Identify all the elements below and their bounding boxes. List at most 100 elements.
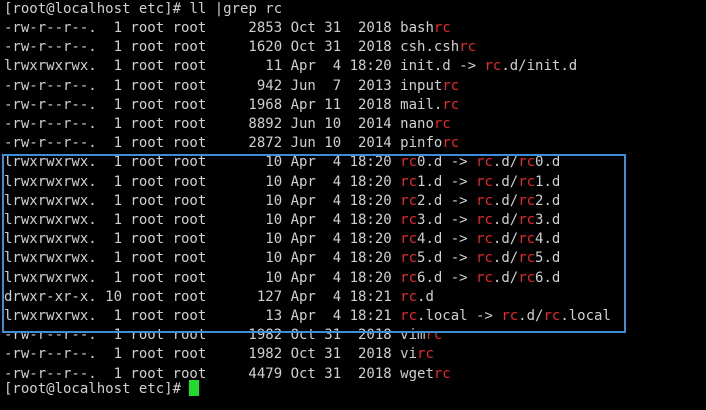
file-metadata: -rw-r--r--. 1 root root 2853 Oct 31 2018 [4, 20, 401, 36]
filename-part: 2.d -> [417, 193, 477, 209]
file-metadata: -rw-r--r--. 1 root root 1982 Oct 31 2018 [4, 346, 401, 362]
shell-prompt: [root@localhost etc]# [4, 1, 190, 17]
grep-match: rc [400, 154, 418, 170]
output-row: lrwxrwxrwx. 1 root root 13 Apr 4 18:21 r… [4, 307, 611, 326]
grep-match: rc [476, 250, 493, 266]
file-metadata: lrwxrwxrwx. 1 root root 10 Apr 4 18:20 [4, 231, 401, 247]
filename-part: .local [560, 308, 611, 324]
file-metadata: lrwxrwxrwx. 1 root root 13 Apr 4 18:21 [4, 308, 401, 324]
filename-part: .d/ [518, 308, 544, 324]
file-metadata: lrwxrwxrwx. 1 root root 10 Apr 4 18:20 [4, 174, 401, 190]
grep-match: rc [433, 366, 451, 382]
grep-match: rc [400, 212, 418, 228]
filename-part: mail. [400, 97, 443, 113]
output-row: drwxr-xr-x. 10 root root 127 Apr 4 18:21… [4, 288, 434, 307]
file-metadata: -rw-r--r--. 1 root root 1620 Oct 31 2018 [4, 39, 401, 55]
final-prompt-line[interactable]: [root@localhost etc]# [4, 380, 200, 399]
output-row: lrwxrwxrwx. 1 root root 10 Apr 4 18:20 r… [4, 192, 560, 211]
file-metadata: lrwxrwxrwx. 1 root root 10 Apr 4 18:20 [4, 212, 401, 228]
grep-match: rc [400, 250, 418, 266]
grep-match: rc [442, 97, 460, 113]
grep-match: rc [417, 346, 434, 362]
grep-match: rc [476, 231, 493, 247]
filename-part: 5.d -> [417, 250, 477, 266]
grep-match: rc [433, 20, 451, 36]
grep-match: rc [433, 116, 451, 132]
grep-match: rc [400, 231, 418, 247]
grep-match: rc [543, 308, 561, 324]
output-row: lrwxrwxrwx. 1 root root 10 Apr 4 18:20 r… [4, 269, 560, 288]
file-metadata: lrwxrwxrwx. 1 root root 10 Apr 4 18:20 [4, 154, 401, 170]
output-row: lrwxrwxrwx. 1 root root 10 Apr 4 18:20 r… [4, 249, 560, 268]
file-metadata: lrwxrwxrwx. 1 root root 11 Apr 4 18:20 [4, 58, 401, 74]
file-metadata: -rw-r--r--. 1 root root 8892 Jun 10 2014 [4, 116, 401, 132]
grep-match: rc [400, 270, 418, 286]
filename-part: .d/ [492, 250, 519, 266]
filename-part: 4.d [535, 231, 561, 247]
filename-part: .d/ [492, 231, 519, 247]
grep-match: rc [476, 154, 493, 170]
file-metadata: -rw-r--r--. 1 root root 2872 Jun 10 2014 [4, 135, 401, 151]
grep-match: rc [518, 250, 536, 266]
output-row: -rw-r--r--. 1 root root 1982 Oct 31 2018… [4, 326, 442, 345]
output-row: -rw-r--r--. 1 root root 1620 Oct 31 2018… [4, 38, 476, 57]
output-row: lrwxrwxrwx. 1 root root 11 Apr 4 18:20 i… [4, 57, 577, 76]
filename-part: .d/ [492, 154, 519, 170]
terminal-cursor [189, 380, 200, 396]
grep-match: rc [442, 135, 460, 151]
filename-part: vim [400, 327, 426, 343]
output-row: -rw-r--r--. 1 root root 1968 Apr 11 2018… [4, 96, 459, 115]
command-text: ll |grep rc [189, 1, 283, 17]
filename-part: 1.d [535, 174, 561, 190]
output-row: lrwxrwxrwx. 1 root root 10 Apr 4 18:20 r… [4, 153, 560, 172]
grep-match: rc [518, 212, 536, 228]
grep-match: rc [476, 270, 493, 286]
grep-match: rc [518, 270, 536, 286]
file-metadata: -rw-r--r--. 1 root root 1968 Apr 11 2018 [4, 97, 401, 113]
shell-prompt-final: [root@localhost etc]# [4, 381, 190, 397]
file-metadata: lrwxrwxrwx. 1 root root 10 Apr 4 18:20 [4, 270, 401, 286]
filename-part: 3.d -> [417, 212, 477, 228]
output-row: lrwxrwxrwx. 1 root root 10 Apr 4 18:20 r… [4, 230, 560, 249]
grep-match: rc [518, 154, 536, 170]
filename-part: wget [400, 366, 434, 382]
filename-part: vi [400, 346, 418, 362]
filename-part: 6.d [535, 270, 561, 286]
output-row: lrwxrwxrwx. 1 root root 10 Apr 4 18:20 r… [4, 211, 560, 230]
output-row: -rw-r--r--. 1 root root 942 Jun 7 2013 i… [4, 77, 459, 96]
output-row: lrwxrwxrwx. 1 root root 10 Apr 4 18:20 r… [4, 173, 560, 192]
grep-match: rc [400, 289, 418, 305]
filename-part: 4.d -> [417, 231, 477, 247]
grep-match: rc [484, 58, 502, 74]
filename-part: .local -> [417, 308, 502, 324]
output-row: -rw-r--r--. 1 root root 2872 Jun 10 2014… [4, 134, 459, 153]
filename-part: input [400, 78, 443, 94]
grep-match: rc [476, 174, 493, 190]
filename-part: csh.csh [400, 39, 460, 55]
filename-part: 2.d [535, 193, 561, 209]
filename-part: nano [400, 116, 434, 132]
grep-match: rc [400, 193, 418, 209]
grep-match: rc [442, 78, 460, 94]
filename-part: 0.d -> [417, 154, 477, 170]
filename-part: 5.d [535, 250, 561, 266]
output-row: -rw-r--r--. 1 root root 1982 Oct 31 2018… [4, 345, 434, 364]
grep-match: rc [501, 308, 519, 324]
grep-match: rc [518, 193, 536, 209]
filename-part: 0.d [535, 154, 561, 170]
terminal-window[interactable]: [root@localhost etc]# ll |grep rc -rw-r-… [0, 0, 706, 410]
grep-match: rc [459, 39, 477, 55]
filename-part: .d/ [492, 212, 519, 228]
filename-part: .d/ [492, 270, 519, 286]
file-metadata: lrwxrwxrwx. 1 root root 10 Apr 4 18:20 [4, 193, 401, 209]
filename-part: .d/ [492, 174, 519, 190]
filename-part: 1.d -> [417, 174, 477, 190]
filename-part: .d/ [492, 193, 519, 209]
filename-part: pinfo [400, 135, 443, 151]
output-row: -rw-r--r--. 1 root root 8892 Jun 10 2014… [4, 115, 451, 134]
grep-match: rc [400, 174, 418, 190]
output-row: -rw-r--r--. 1 root root 2853 Oct 31 2018… [4, 19, 451, 38]
filename-part: .d [417, 289, 434, 305]
file-metadata: -rw-r--r--. 1 root root 1982 Oct 31 2018 [4, 327, 401, 343]
command-line: [root@localhost etc]# ll |grep rc [4, 0, 282, 19]
